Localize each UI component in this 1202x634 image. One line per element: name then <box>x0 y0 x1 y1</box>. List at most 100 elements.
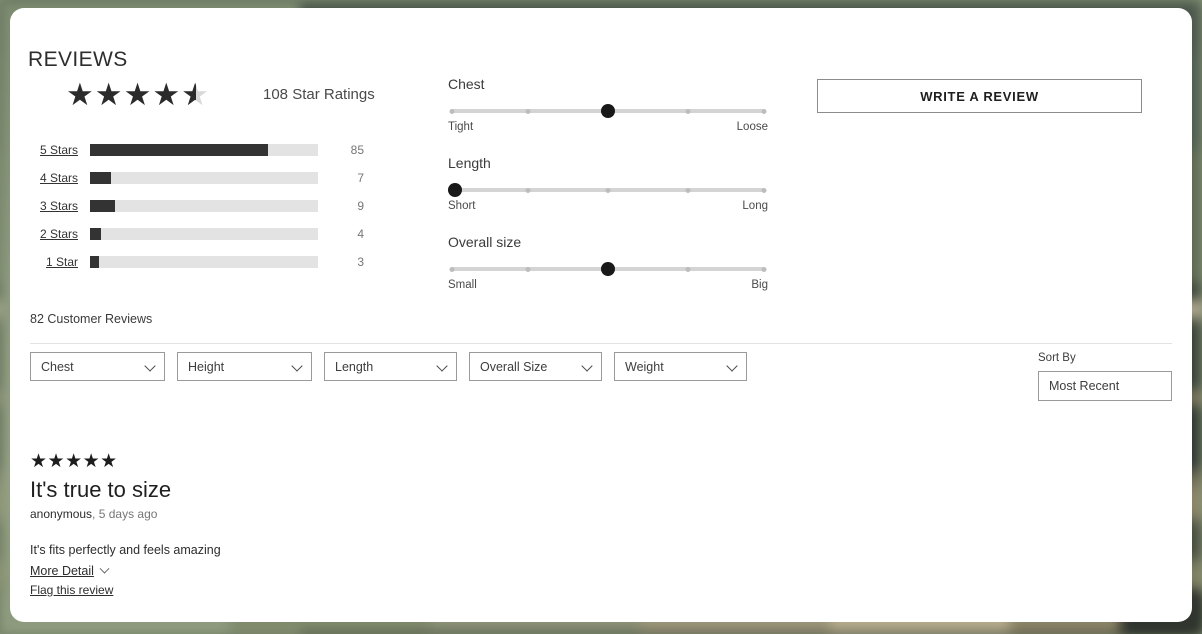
average-star-rating: ★★★★★ <box>66 79 210 110</box>
chevron-down-icon <box>581 359 593 372</box>
slider-tick <box>605 188 611 193</box>
filter-select-length[interactable]: Length <box>324 352 457 381</box>
fit-slider-rail[interactable] <box>448 183 768 197</box>
histogram-row-value: 3 <box>357 255 364 269</box>
slider-tick <box>685 188 691 193</box>
chevron-down-icon <box>436 359 448 372</box>
review-date: 5 days ago <box>98 507 158 521</box>
fit-slider-group: Chest Tight Loose <box>448 76 768 133</box>
sort-by-label: Sort By <box>1038 352 1076 364</box>
fit-slider-end-labels: Short Long <box>448 200 768 212</box>
sort-by-block: Sort By Most Recent <box>1038 352 1172 401</box>
filter-select-overall-size[interactable]: Overall Size <box>469 352 602 381</box>
chevron-down-icon <box>144 359 156 372</box>
fit-slider-left-label: Short <box>448 200 476 212</box>
fit-slider-rail[interactable] <box>448 104 768 118</box>
histogram-bar-track <box>90 228 318 240</box>
review-star-rating: ★★★★★ <box>30 451 118 472</box>
histogram-bar-track <box>90 172 318 184</box>
filter-select-label: Height <box>188 359 225 374</box>
chevron-down-icon <box>99 563 110 574</box>
slider-tick <box>525 188 531 193</box>
histogram-bar-track <box>90 144 318 156</box>
chevron-down-icon <box>726 359 738 372</box>
star-icon-full: ★ <box>94 77 124 112</box>
histogram-bar-fill <box>90 256 100 268</box>
slider-handle[interactable] <box>601 104 615 118</box>
histogram-row-label[interactable]: 3 Stars <box>28 199 90 213</box>
more-detail-toggle[interactable]: More Detail <box>30 563 110 578</box>
histogram-bar-fill <box>90 228 102 240</box>
histogram-row-value: 4 <box>357 227 364 241</box>
fit-slider-right-label: Long <box>742 200 768 212</box>
histogram-row: 5 Stars 85 <box>28 136 396 164</box>
histogram-row-label[interactable]: 1 Star <box>28 255 90 269</box>
slider-tick <box>449 267 455 272</box>
histogram-row-label[interactable]: 2 Stars <box>28 227 90 241</box>
filter-select-label: Weight <box>625 359 664 374</box>
histogram-row-value: 85 <box>350 143 364 157</box>
histogram-row: 4 Stars 7 <box>28 164 396 192</box>
filter-row: Chest Height Length Overall Size Weight <box>30 352 747 381</box>
fit-slider-name: Length <box>448 155 491 171</box>
star-icon-full: ★ <box>123 77 153 112</box>
slider-tick <box>761 267 767 272</box>
histogram-row-label[interactable]: 5 Stars <box>28 143 90 157</box>
review-body: It's fits perfectly and feels amazing <box>30 543 221 557</box>
filter-select-label: Overall Size <box>480 359 548 374</box>
fit-slider-left-label: Small <box>448 279 477 291</box>
slider-tick <box>525 109 531 114</box>
fit-slider-end-labels: Small Big <box>448 279 768 291</box>
slider-tick <box>685 109 691 114</box>
review-title: It's true to size <box>30 477 172 502</box>
histogram-bar-fill <box>90 200 116 212</box>
histogram-bar-fill <box>90 144 268 156</box>
fit-slider-right-label: Loose <box>736 121 768 133</box>
histogram-bar-fill <box>90 172 111 184</box>
ratings-count-label: 108 Star Ratings <box>263 86 375 103</box>
sort-by-value: Most Recent <box>1049 379 1120 393</box>
write-a-review-button[interactable]: WRITE A REVIEW <box>817 79 1142 113</box>
slider-tick <box>685 267 691 272</box>
filter-select-weight[interactable]: Weight <box>614 352 747 381</box>
slider-handle[interactable] <box>448 183 462 197</box>
filter-select-chest[interactable]: Chest <box>30 352 165 381</box>
fit-slider-right-label: Big <box>751 279 768 291</box>
sort-by-select[interactable]: Most Recent <box>1038 371 1172 401</box>
fit-sliders: Chest Tight Loose Length Short Long Overall si… <box>448 76 768 291</box>
ratings-histogram: 5 Stars 85 4 Stars 7 3 Stars 9 2 Stars 4 1 Star 3 <box>28 136 396 276</box>
slider-tick <box>761 109 767 114</box>
review-author: anonymous <box>30 507 93 521</box>
fit-slider-end-labels: Tight Loose <box>448 121 768 133</box>
star-icon-full: ★ <box>152 77 182 112</box>
histogram-row-label[interactable]: 4 Stars <box>28 171 90 185</box>
filter-select-label: Chest <box>41 359 74 374</box>
histogram-row-value: 7 <box>357 171 364 185</box>
page-title: REVIEWS <box>28 48 128 71</box>
fit-slider-left-label: Tight <box>448 121 474 133</box>
fit-slider-name: Overall size <box>448 234 522 250</box>
star-icon-half: ★ <box>181 79 210 110</box>
filter-select-label: Length <box>335 359 374 374</box>
review-byline: anonymous, 5 days ago <box>30 507 630 521</box>
fit-slider-rail[interactable] <box>448 262 768 276</box>
review-list: ★★★★★ It's true to size anonymous, 5 day… <box>30 451 630 598</box>
more-detail-label: More Detail <box>30 564 94 578</box>
histogram-row: 3 Stars 9 <box>28 192 396 220</box>
filter-select-height[interactable]: Height <box>177 352 312 381</box>
fit-slider-name: Chest <box>448 76 485 92</box>
reviews-modal: REVIEWS ★★★★★ 108 Star Ratings 5 Stars 85… <box>10 8 1192 622</box>
histogram-bar-track <box>90 256 318 268</box>
histogram-row-value: 9 <box>357 199 364 213</box>
histogram-bar-track <box>90 200 318 212</box>
flag-this-review-link[interactable]: Flag this review <box>30 583 113 597</box>
fit-slider-group: Length Short Long <box>448 155 768 212</box>
chevron-down-icon <box>291 359 303 372</box>
histogram-row: 1 Star 3 <box>28 248 396 276</box>
fit-slider-group: Overall size Small Big <box>448 234 768 291</box>
histogram-row: 2 Stars 4 <box>28 220 396 248</box>
slider-handle[interactable] <box>601 262 615 276</box>
slider-tick <box>761 188 767 193</box>
slider-tick <box>525 267 531 272</box>
divider <box>30 343 1172 344</box>
